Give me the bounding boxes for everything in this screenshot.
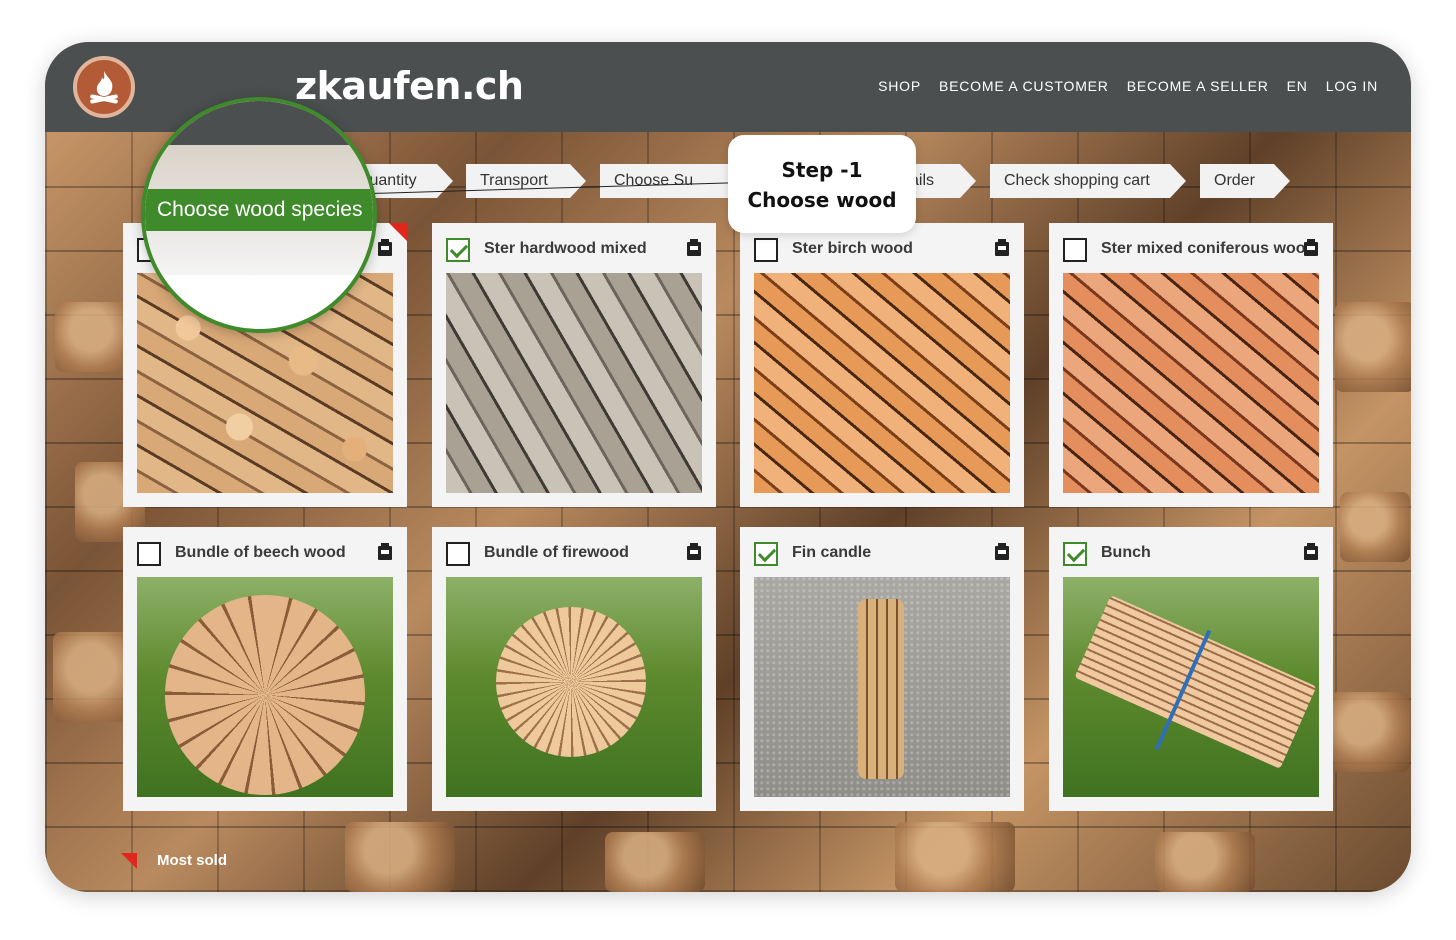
- product-photo[interactable]: [446, 273, 702, 493]
- nav-become-seller[interactable]: BECOME A SELLER: [1127, 78, 1269, 94]
- magnified-header: [145, 101, 373, 145]
- product-photo[interactable]: [754, 273, 1010, 493]
- step-check-cart[interactable]: Check shopping cart: [990, 164, 1186, 198]
- product-photo[interactable]: [446, 577, 702, 797]
- legend: Most sold: [121, 852, 227, 869]
- callout-step-title: Choose wood: [747, 188, 897, 212]
- product-checkbox[interactable]: [1063, 542, 1087, 566]
- nav-become-customer[interactable]: BECOME A CUSTOMER: [939, 78, 1109, 94]
- product-card[interactable]: Bundle of beech wood: [123, 527, 407, 811]
- zoom-magnifier: Choose wood species: [141, 97, 377, 333]
- product-checkbox[interactable]: [754, 542, 778, 566]
- product-checkbox[interactable]: [446, 238, 470, 262]
- product-photo[interactable]: [1063, 273, 1319, 493]
- basket-icon[interactable]: [377, 543, 393, 561]
- basket-icon[interactable]: [994, 239, 1010, 257]
- product-checkbox[interactable]: [754, 238, 778, 262]
- basket-icon[interactable]: [1303, 543, 1319, 561]
- product-title: Bundle of firewood: [484, 544, 629, 561]
- product-photo[interactable]: [137, 577, 393, 797]
- product-title: Ster hardwood mixed: [484, 240, 647, 257]
- product-checkbox[interactable]: [446, 542, 470, 566]
- product-title: Fin candle: [792, 544, 872, 561]
- product-title: Ster mixed coniferous wood: [1101, 240, 1316, 257]
- product-photo[interactable]: [754, 577, 1010, 797]
- step-order[interactable]: Order: [1200, 164, 1290, 198]
- basket-icon[interactable]: [686, 239, 702, 257]
- product-card[interactable]: Bunch: [1049, 527, 1333, 811]
- step-choose-wood-species[interactable]: Choose wood species: [145, 189, 373, 231]
- product-title: Bundle of beech wood: [175, 544, 346, 561]
- basket-icon[interactable]: [377, 239, 393, 257]
- basket-icon[interactable]: [994, 543, 1010, 561]
- product-card[interactable]: Ster hardwood mixed: [432, 223, 716, 507]
- nav-login[interactable]: LOG IN: [1326, 78, 1378, 94]
- most-sold-marker: [121, 852, 137, 869]
- product-title: Ster birch wood: [792, 240, 913, 257]
- product-card[interactable]: Ster birch wood: [740, 223, 1024, 507]
- product-photo[interactable]: [1063, 577, 1319, 797]
- main-nav: SHOP BECOME A CUSTOMER BECOME A SELLER E…: [878, 78, 1378, 94]
- product-card[interactable]: Ster mixed coniferous wood: [1049, 223, 1333, 507]
- product-checkbox[interactable]: [137, 542, 161, 566]
- nav-shop[interactable]: SHOP: [878, 78, 921, 94]
- logo-flame-icon[interactable]: [73, 56, 135, 118]
- basket-icon[interactable]: [686, 543, 702, 561]
- product-checkbox[interactable]: [1063, 238, 1087, 262]
- product-card[interactable]: Fin candle: [740, 527, 1024, 811]
- basket-icon[interactable]: [1303, 239, 1319, 257]
- legend-label: Most sold: [157, 852, 227, 869]
- nav-language[interactable]: EN: [1287, 78, 1308, 94]
- step-transport[interactable]: Transport: [466, 164, 586, 198]
- step-callout: Step -1 Choose wood: [728, 135, 916, 233]
- callout-step-number: Step -1: [781, 158, 863, 182]
- product-card[interactable]: Bundle of firewood: [432, 527, 716, 811]
- app-window: zkaufen.ch SHOP BECOME A CUSTOMER BECOME…: [45, 42, 1411, 892]
- product-title: Bunch: [1101, 544, 1151, 561]
